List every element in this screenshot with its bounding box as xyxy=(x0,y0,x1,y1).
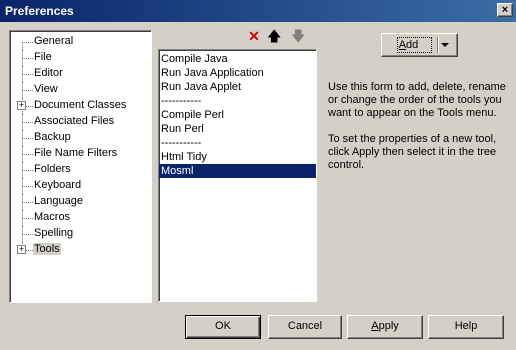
tree-item-label: Associated Files xyxy=(34,115,115,127)
tree-connector xyxy=(22,58,33,59)
focus-rect xyxy=(397,37,432,53)
arrow-down-icon[interactable]: 🡇 xyxy=(291,29,305,43)
tree-connector xyxy=(22,170,33,171)
tree-item[interactable]: + Document Classes xyxy=(10,98,152,114)
tree-connector xyxy=(22,90,33,91)
tree-item[interactable]: Language xyxy=(10,194,152,210)
tree-item[interactable]: Macros xyxy=(10,210,152,226)
tree-item-label: Macros xyxy=(34,211,71,223)
chevron-down-icon[interactable] xyxy=(441,43,449,47)
title-bar[interactable]: Preferences × xyxy=(0,0,516,22)
tree-item-label: View xyxy=(34,83,58,95)
tree-item-label: General xyxy=(34,35,74,47)
list-item[interactable]: Mosml xyxy=(159,164,316,178)
tree-connector xyxy=(22,74,33,75)
tree-connector xyxy=(22,186,33,187)
list-item[interactable]: ----------- xyxy=(159,94,316,108)
help-button[interactable]: Help xyxy=(428,315,504,339)
list-item[interactable]: Run Java Applet xyxy=(159,80,316,94)
ok-button-label: OK xyxy=(215,320,231,332)
tree-item-label: File Name Filters xyxy=(34,147,118,159)
list-item[interactable]: Html Tidy xyxy=(159,150,316,164)
tree-item[interactable]: Folders xyxy=(10,162,152,178)
arrow-up-icon[interactable]: 🡅 xyxy=(267,29,281,43)
tree-item-label: Document Classes xyxy=(34,99,127,111)
help-button-label: Help xyxy=(454,320,478,332)
tree-item-label: Editor xyxy=(34,67,63,79)
close-button[interactable]: × xyxy=(497,3,513,17)
list-item[interactable]: ----------- xyxy=(159,136,316,150)
delete-icon[interactable]: ✕ xyxy=(247,29,261,43)
close-icon: × xyxy=(501,4,509,16)
apply-button-label: Apply xyxy=(371,320,399,332)
tree-item-label: Keyboard xyxy=(34,179,82,191)
help-paragraph-2: To set the properties of a new tool, cli… xyxy=(328,133,497,171)
tree-item-label: File xyxy=(34,51,52,63)
preferences-tree[interactable]: General File Editor View + Document Classes As… xyxy=(9,30,152,303)
expand-icon[interactable]: + xyxy=(17,101,26,110)
cancel-button[interactable]: Cancel xyxy=(268,315,342,339)
tree-connector xyxy=(22,138,33,139)
tree-item-label: Spelling xyxy=(34,227,74,239)
add-button[interactable]: Add xyxy=(381,33,458,57)
list-item[interactable]: Run Perl xyxy=(159,122,316,136)
tree-connector xyxy=(22,234,33,235)
tree-item[interactable]: General xyxy=(10,34,152,50)
tools-list[interactable]: Compile Java Run Java Application Run Java… xyxy=(158,49,317,302)
tree-item[interactable]: Spelling xyxy=(10,226,152,242)
help-paragraph-1: Use this form to add, delete, rename or … xyxy=(328,81,506,119)
tree-connector xyxy=(22,154,33,155)
tree-connector xyxy=(22,42,33,43)
tree-item-label: Backup xyxy=(34,131,71,143)
tree-item[interactable]: + Tools xyxy=(10,242,152,258)
tree-item[interactable]: File Name Filters xyxy=(10,146,152,162)
tree-connector xyxy=(22,42,23,50)
ok-button[interactable]: OK xyxy=(185,315,261,339)
list-item[interactable]: Compile Java xyxy=(159,52,316,66)
split-divider xyxy=(437,37,439,53)
expand-icon[interactable]: + xyxy=(17,245,26,254)
help-text: Use this form to add, delete, rename or … xyxy=(328,81,508,185)
window-title: Preferences xyxy=(5,4,74,18)
tree-item[interactable]: Backup xyxy=(10,130,152,146)
tree-item[interactable]: View xyxy=(10,82,152,98)
tree-connector xyxy=(22,122,33,123)
list-item[interactable]: Compile Perl xyxy=(159,108,316,122)
list-item[interactable]: Run Java Application xyxy=(159,66,316,80)
tree-item[interactable]: Editor xyxy=(10,66,152,82)
tree-item[interactable]: Keyboard xyxy=(10,178,152,194)
apply-button[interactable]: Apply xyxy=(347,315,423,339)
tree-item[interactable]: File xyxy=(10,50,152,66)
tree-item-label: Language xyxy=(34,195,83,207)
cancel-button-label: Cancel xyxy=(287,320,323,332)
tree-item-label: Tools xyxy=(33,243,61,255)
tree-connector xyxy=(22,202,33,203)
tree-connector xyxy=(22,218,33,219)
tree-item-label: Folders xyxy=(34,163,71,175)
tree-item[interactable]: Associated Files xyxy=(10,114,152,130)
